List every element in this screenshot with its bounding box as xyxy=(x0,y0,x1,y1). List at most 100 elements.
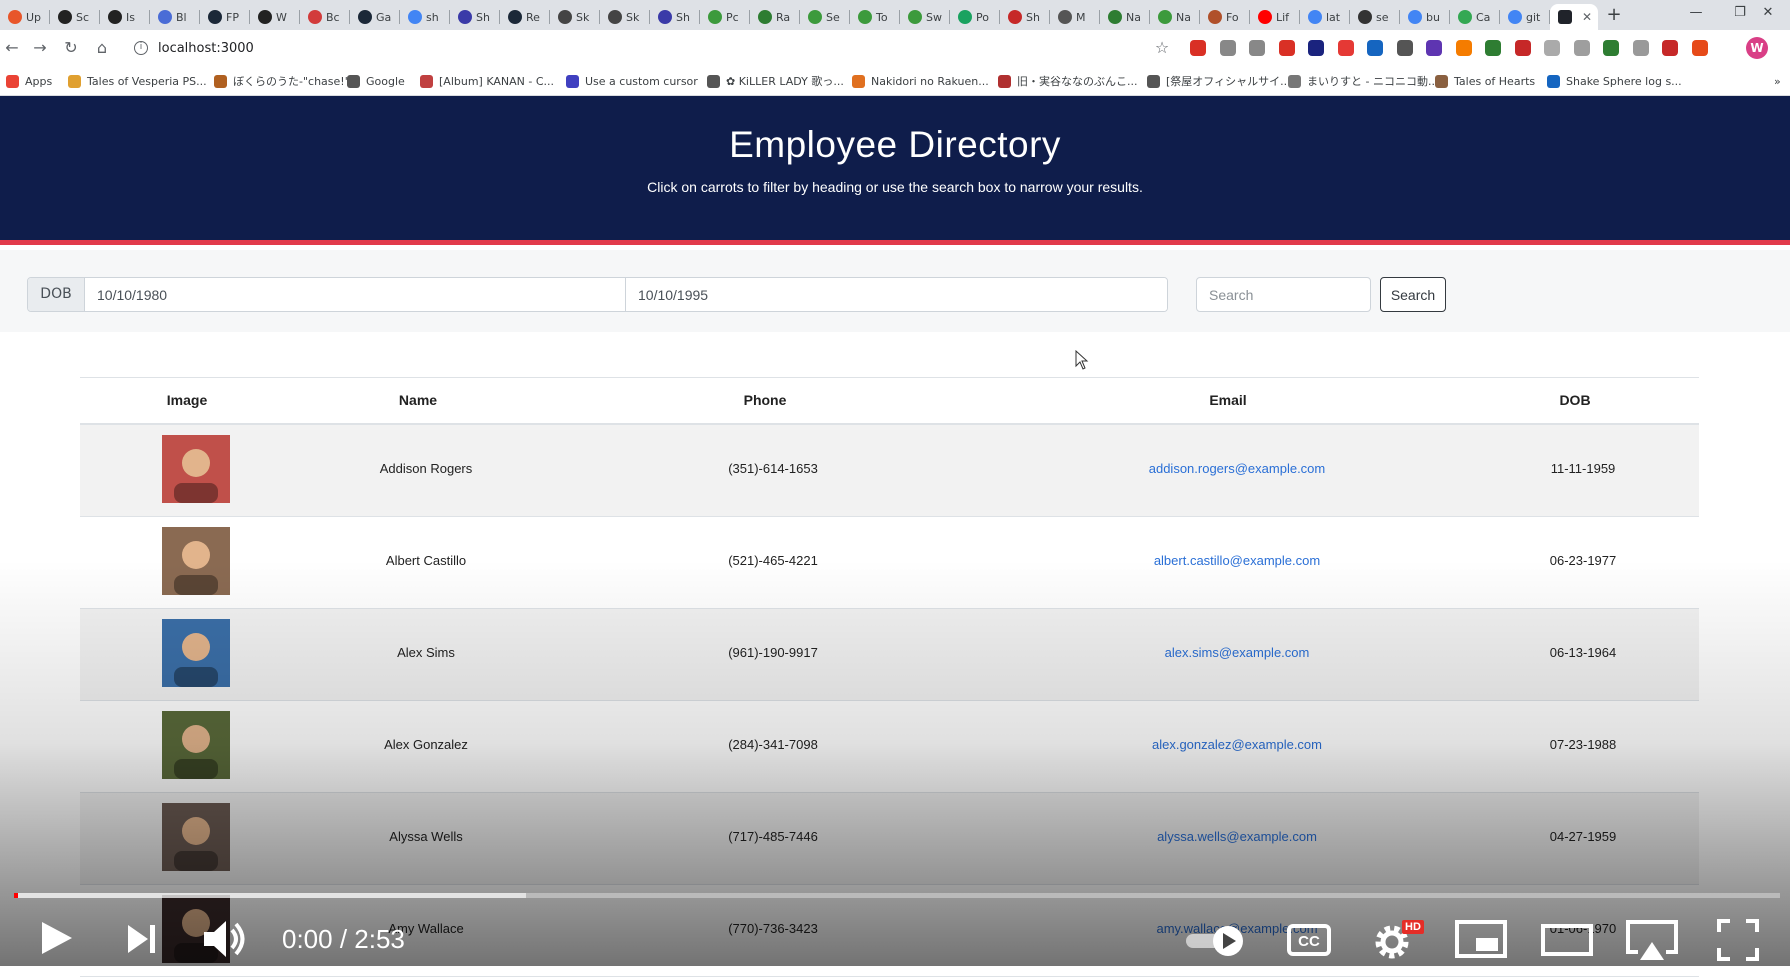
browser-tab[interactable]: Sh xyxy=(1000,4,1050,30)
extension-icon[interactable] xyxy=(1691,40,1708,56)
active-browser-tab[interactable]: ✕ xyxy=(1550,4,1598,30)
extension-icon[interactable] xyxy=(1426,40,1442,56)
fullscreen-icon[interactable] xyxy=(1716,918,1760,962)
browser-tab[interactable]: Sh xyxy=(650,4,700,30)
browser-tab[interactable]: Sc xyxy=(50,4,100,30)
bookmark-item[interactable]: Use a custom cursor xyxy=(566,72,698,90)
extension-icon[interactable] xyxy=(1249,40,1265,56)
browser-tab[interactable]: To xyxy=(850,4,900,30)
browser-tab[interactable]: Na xyxy=(1150,4,1200,30)
browser-tab[interactable]: Re xyxy=(500,4,550,30)
extension-icon[interactable] xyxy=(1396,40,1413,56)
browser-tab[interactable]: Bc xyxy=(300,4,350,30)
browser-tab[interactable]: Na xyxy=(1100,4,1150,30)
browser-tab[interactable]: Po xyxy=(950,4,1000,30)
address-bar[interactable]: i localhost:3000 xyxy=(122,34,1182,62)
extension-icon[interactable] xyxy=(1367,40,1383,56)
browser-tab[interactable]: Pc xyxy=(700,4,750,30)
next-icon[interactable] xyxy=(124,922,160,956)
extension-icon[interactable] xyxy=(1573,40,1590,56)
browser-tab[interactable]: sh xyxy=(400,4,450,30)
bookmark-item[interactable]: ✿ KiLLER LADY 歌っ... xyxy=(707,72,844,90)
browser-tab[interactable]: FP xyxy=(200,4,250,30)
captions-icon[interactable]: CC xyxy=(1286,922,1332,958)
bookmark-item[interactable]: Nakidori no Rakuen... xyxy=(852,72,989,90)
extension-icon[interactable] xyxy=(1514,40,1531,56)
extension-icon[interactable] xyxy=(1544,40,1560,56)
bookmark-star-icon[interactable]: ☆ xyxy=(1150,36,1174,60)
extension-icon[interactable] xyxy=(1190,40,1206,56)
browser-tab[interactable]: Sk xyxy=(550,4,600,30)
extension-icon[interactable] xyxy=(1455,40,1472,56)
forward-icon[interactable]: → xyxy=(28,36,52,60)
autoplay-toggle-icon[interactable] xyxy=(1184,924,1244,958)
column-header-phone[interactable]: Phone xyxy=(744,392,787,408)
extension-icon[interactable] xyxy=(1278,40,1295,56)
cell-email[interactable]: albert.castillo@example.com xyxy=(1154,553,1320,568)
bookmark-item[interactable]: Tales of Vesperia PS... xyxy=(68,72,207,90)
bookmark-item[interactable]: Shake Sphere log s... xyxy=(1547,72,1682,90)
home-icon[interactable]: ⌂ xyxy=(90,36,114,60)
browser-tab[interactable]: Lif xyxy=(1250,4,1300,30)
column-header-name[interactable]: Name xyxy=(399,392,437,408)
column-header-image[interactable]: Image xyxy=(167,392,207,408)
more-bookmarks-icon[interactable]: » xyxy=(1774,72,1781,90)
search-button[interactable]: Search xyxy=(1380,277,1446,312)
browser-tab[interactable]: lat xyxy=(1300,4,1350,30)
browser-tab[interactable]: W xyxy=(250,4,300,30)
close-tab-icon[interactable]: ✕ xyxy=(1582,10,1592,24)
cell-email[interactable]: alex.sims@example.com xyxy=(1165,645,1310,660)
extension-icon[interactable] xyxy=(1485,40,1501,56)
bookmark-item[interactable]: [祭屋オフィシャルサイ... xyxy=(1147,72,1291,90)
browser-tab[interactable]: M xyxy=(1050,4,1100,30)
browser-tab[interactable]: bu xyxy=(1400,4,1450,30)
extension-icon[interactable] xyxy=(1603,40,1619,56)
bookmark-item[interactable]: Apps xyxy=(6,72,52,90)
extension-icon[interactable] xyxy=(1662,40,1678,56)
back-icon[interactable]: ← xyxy=(0,36,24,60)
browser-tab[interactable]: Fo xyxy=(1200,4,1250,30)
cast-airplay-icon[interactable] xyxy=(1624,918,1680,964)
bookmark-item[interactable]: ぼくらのうた-"chase!" xyxy=(214,72,350,90)
volume-icon[interactable] xyxy=(202,918,250,960)
bookmark-item[interactable]: Google xyxy=(347,72,405,90)
browser-tab[interactable]: Ra xyxy=(750,4,800,30)
browser-tab[interactable]: Bl xyxy=(150,4,200,30)
browser-tab[interactable]: Ga xyxy=(350,4,400,30)
play-icon[interactable] xyxy=(36,918,76,958)
cell-email[interactable]: addison.rogers@example.com xyxy=(1149,461,1326,476)
column-header-dob[interactable]: DOB xyxy=(1559,392,1590,408)
extension-icon[interactable] xyxy=(1219,40,1236,56)
minimize-icon[interactable]: — xyxy=(1674,0,1718,26)
dob-start-input[interactable] xyxy=(85,278,626,311)
browser-tab[interactable]: Is xyxy=(100,4,150,30)
browser-tab[interactable]: Sw xyxy=(900,4,950,30)
reload-icon[interactable]: ↻ xyxy=(59,36,83,60)
browser-tab[interactable]: Se xyxy=(800,4,850,30)
browser-tab[interactable]: se xyxy=(1350,4,1400,30)
cell-phone: (521)-465-4221 xyxy=(728,553,818,568)
site-info-icon[interactable]: i xyxy=(134,41,148,55)
browser-tab[interactable]: Up xyxy=(0,4,50,30)
theater-mode-icon[interactable] xyxy=(1540,918,1594,960)
bookmark-item[interactable]: [Album] KANAN - C... xyxy=(420,72,554,90)
cell-email[interactable]: alyssa.wells@example.com xyxy=(1157,829,1317,844)
bookmark-item[interactable]: Tales of Hearts xyxy=(1435,72,1535,90)
profile-avatar[interactable]: W xyxy=(1746,37,1768,59)
extension-icon[interactable] xyxy=(1308,40,1324,56)
browser-tab[interactable]: Sh xyxy=(450,4,500,30)
dob-end-input[interactable] xyxy=(626,278,1167,311)
browser-tab[interactable]: Sk xyxy=(600,4,650,30)
cell-email[interactable]: alex.gonzalez@example.com xyxy=(1152,737,1322,752)
new-tab-button[interactable]: + xyxy=(1603,4,1625,26)
extension-icon[interactable] xyxy=(1337,40,1354,56)
browser-tab[interactable]: Ca xyxy=(1450,4,1500,30)
extension-icon[interactable] xyxy=(1632,40,1649,56)
miniplayer-icon[interactable] xyxy=(1454,918,1508,960)
search-input[interactable] xyxy=(1196,277,1371,312)
bookmark-item[interactable]: まいりすと - ニコニコ動... xyxy=(1288,72,1438,90)
close-window-icon[interactable]: ✕ xyxy=(1746,0,1790,26)
bookmark-item[interactable]: 旧・実谷ななのぶんこ... xyxy=(998,72,1138,90)
browser-tab[interactable]: git xyxy=(1500,4,1550,30)
column-header-email[interactable]: Email xyxy=(1209,392,1246,408)
